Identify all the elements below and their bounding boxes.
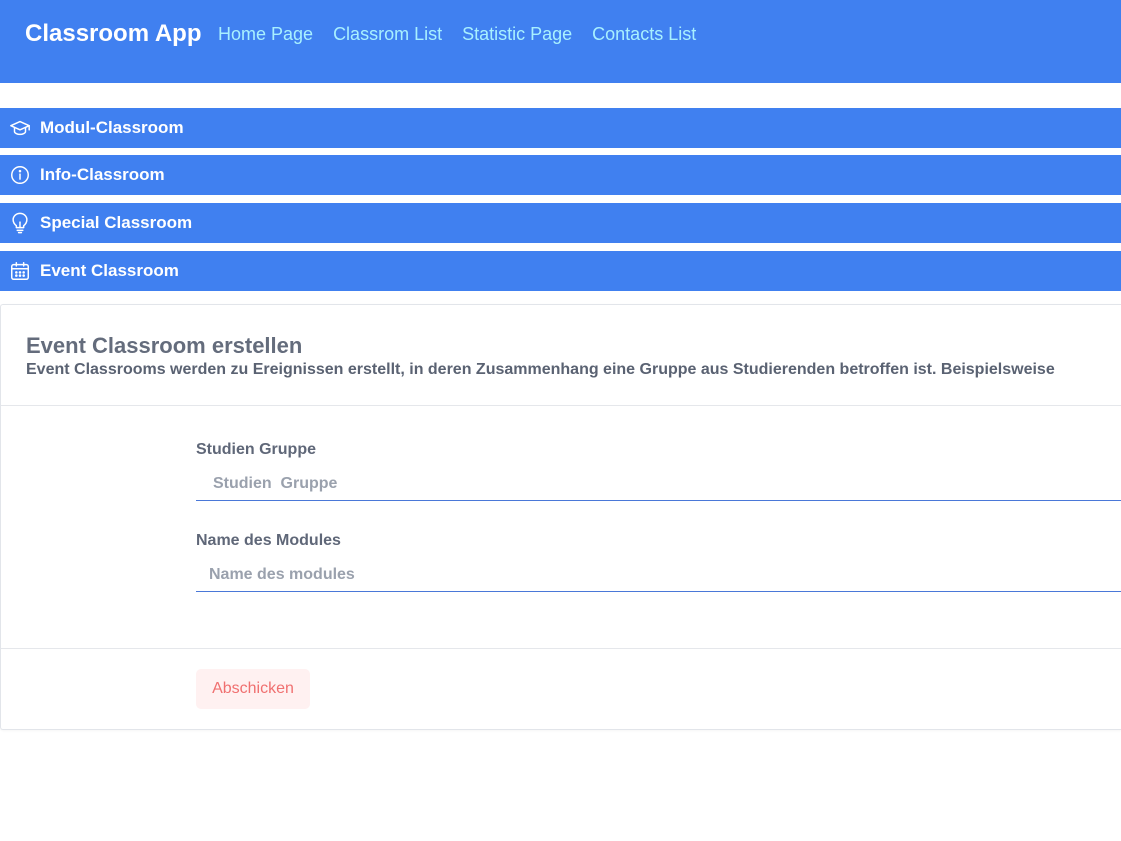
nav-link-contacts[interactable]: Contacts List: [592, 23, 696, 45]
nav-link-statistic[interactable]: Statistic Page: [462, 23, 572, 45]
accordion-label: Info-Classroom: [40, 165, 165, 184]
main-nav: Home Page Classrom List Statistic Page C…: [218, 23, 696, 45]
header-divider: [1, 405, 1121, 406]
accordion-special-classroom[interactable]: Special Classroom: [0, 203, 1121, 243]
lightbulb-icon: [9, 212, 31, 234]
accordion-modul-classroom[interactable]: Modul-Classroom: [0, 108, 1121, 148]
accordion-label: Event Classroom: [40, 261, 179, 280]
accordion-event-classroom[interactable]: Event Classroom: [0, 251, 1121, 291]
studien-gruppe-input[interactable]: [196, 467, 1121, 501]
info-circle-icon: [9, 164, 31, 186]
submit-button[interactable]: Abschicken: [196, 669, 310, 709]
footer-divider: [1, 648, 1121, 649]
form-title: Event Classroom erstellen: [26, 333, 303, 358]
form-description: Event Classrooms werden zu Ereignissen e…: [26, 361, 1055, 378]
modul-name-input[interactable]: [196, 558, 1121, 592]
nav-link-home[interactable]: Home Page: [218, 23, 313, 45]
modul-name-label: Name des Modules: [196, 532, 341, 549]
event-classroom-form-card: Event Classroom erstellen Event Classroo…: [0, 304, 1121, 730]
accordion-info-classroom[interactable]: Info-Classroom: [0, 155, 1121, 195]
graduation-cap-icon: [9, 117, 31, 139]
nav-link-classroom-list[interactable]: Classrom List: [333, 23, 442, 45]
accordion-label: Modul-Classroom: [40, 118, 184, 137]
studien-gruppe-label: Studien Gruppe: [196, 441, 316, 458]
top-navbar: Classroom App Home Page Classrom List St…: [0, 0, 1121, 83]
app-brand[interactable]: Classroom App: [25, 20, 201, 48]
accordion-label: Special Classroom: [40, 213, 193, 232]
calendar-icon: [9, 260, 31, 282]
